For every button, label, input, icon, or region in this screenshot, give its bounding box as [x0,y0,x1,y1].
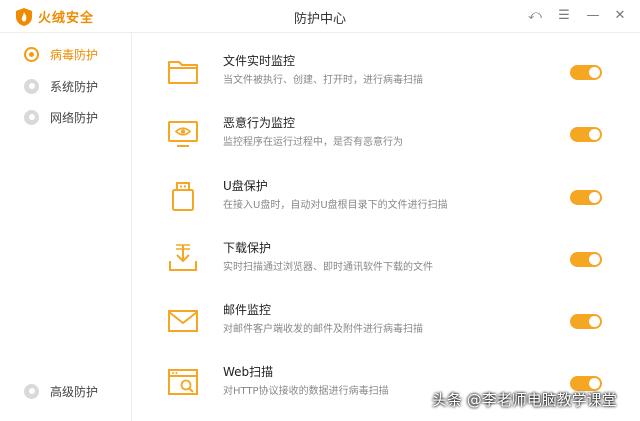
sidebar-item-label: 网络防护 [50,110,99,125]
mail-monitor-toggle[interactable] [570,314,602,329]
title-bar: 火绒安全 防护中心 ⤺ ☰ — ✕ [0,0,640,33]
sidebar-item-label: 高级防护 [50,384,99,399]
sidebar-item-label: 系统防护 [50,79,99,94]
protection-desc: 在接入U盘时，自动对U盘根目录下的文件进行扫描 [223,200,448,211]
usb-drive-icon [172,182,194,211]
protection-row-download: 下载保护 实时扫描通过浏览器、即时通讯软件下载的文件 [160,235,620,291]
virus-protection-icon [24,46,39,62]
minimize-button[interactable]: — [584,7,602,25]
menu-button[interactable]: ☰ [555,7,573,25]
usb-protection-toggle[interactable] [570,190,602,205]
protection-title: 邮件监控 [223,303,272,317]
system-protection-icon [24,78,39,94]
protection-desc: 监控程序在运行过程中，是否有恶意行为 [223,137,403,148]
protection-row-file-monitor: 文件实时监控 当文件被执行、创建、打开时，进行病毒扫描 [160,48,620,104]
protection-desc: 当文件被执行、创建、打开时，进行病毒扫描 [223,75,423,86]
sidebar-item-advanced-protection[interactable]: 高级防护 [24,381,98,401]
protection-row-usb: U盘保护 在接入U盘时，自动对U盘根目录下的文件进行扫描 [160,173,620,229]
back-button[interactable]: ⤺ [526,7,544,25]
behavior-monitor-toggle[interactable] [570,127,602,142]
sidebar-item-network-protection[interactable]: 网络防护 [24,107,98,127]
window-title: 防护中心 [293,12,346,27]
protection-title: Web扫描 [223,365,274,379]
protection-desc: 对邮件客户端收发的邮件及附件进行病毒扫描 [223,324,423,335]
close-button[interactable]: ✕ [611,7,629,25]
protection-title: 恶意行为监控 [223,116,296,130]
sidebar: 病毒防护 系统防护 网络防护 高级防护 [0,33,132,421]
sidebar-item-virus-protection[interactable]: 病毒防护 [24,44,98,64]
protection-title: 下载保护 [223,241,272,255]
protection-desc: 实时扫描通过浏览器、即时通讯软件下载的文件 [223,262,433,273]
protection-title: U盘保护 [223,179,268,193]
protection-title: 文件实时监控 [223,54,296,68]
download-protection-toggle[interactable] [570,252,602,267]
download-tray-icon [169,244,197,271]
sidebar-item-label: 病毒防护 [50,47,99,62]
network-protection-icon [24,109,39,125]
watermark: 头条 @李老师电脑教学课堂 [432,391,617,409]
monitor-eye-icon [168,121,198,147]
protection-row-behavior-monitor: 恶意行为监控 监控程序在运行过程中，是否有恶意行为 [160,110,620,166]
file-monitor-toggle[interactable] [570,65,602,80]
advanced-protection-icon [24,383,39,399]
sidebar-item-system-protection[interactable]: 系统防护 [24,76,98,96]
folder-icon [168,61,198,84]
protection-desc: 对HTTP协议接收的数据进行病毒扫描 [223,386,389,397]
web-browser-icon [168,369,198,395]
mail-icon [168,310,198,332]
protection-row-mail: 邮件监控 对邮件客户端收发的邮件及附件进行病毒扫描 [160,297,620,353]
